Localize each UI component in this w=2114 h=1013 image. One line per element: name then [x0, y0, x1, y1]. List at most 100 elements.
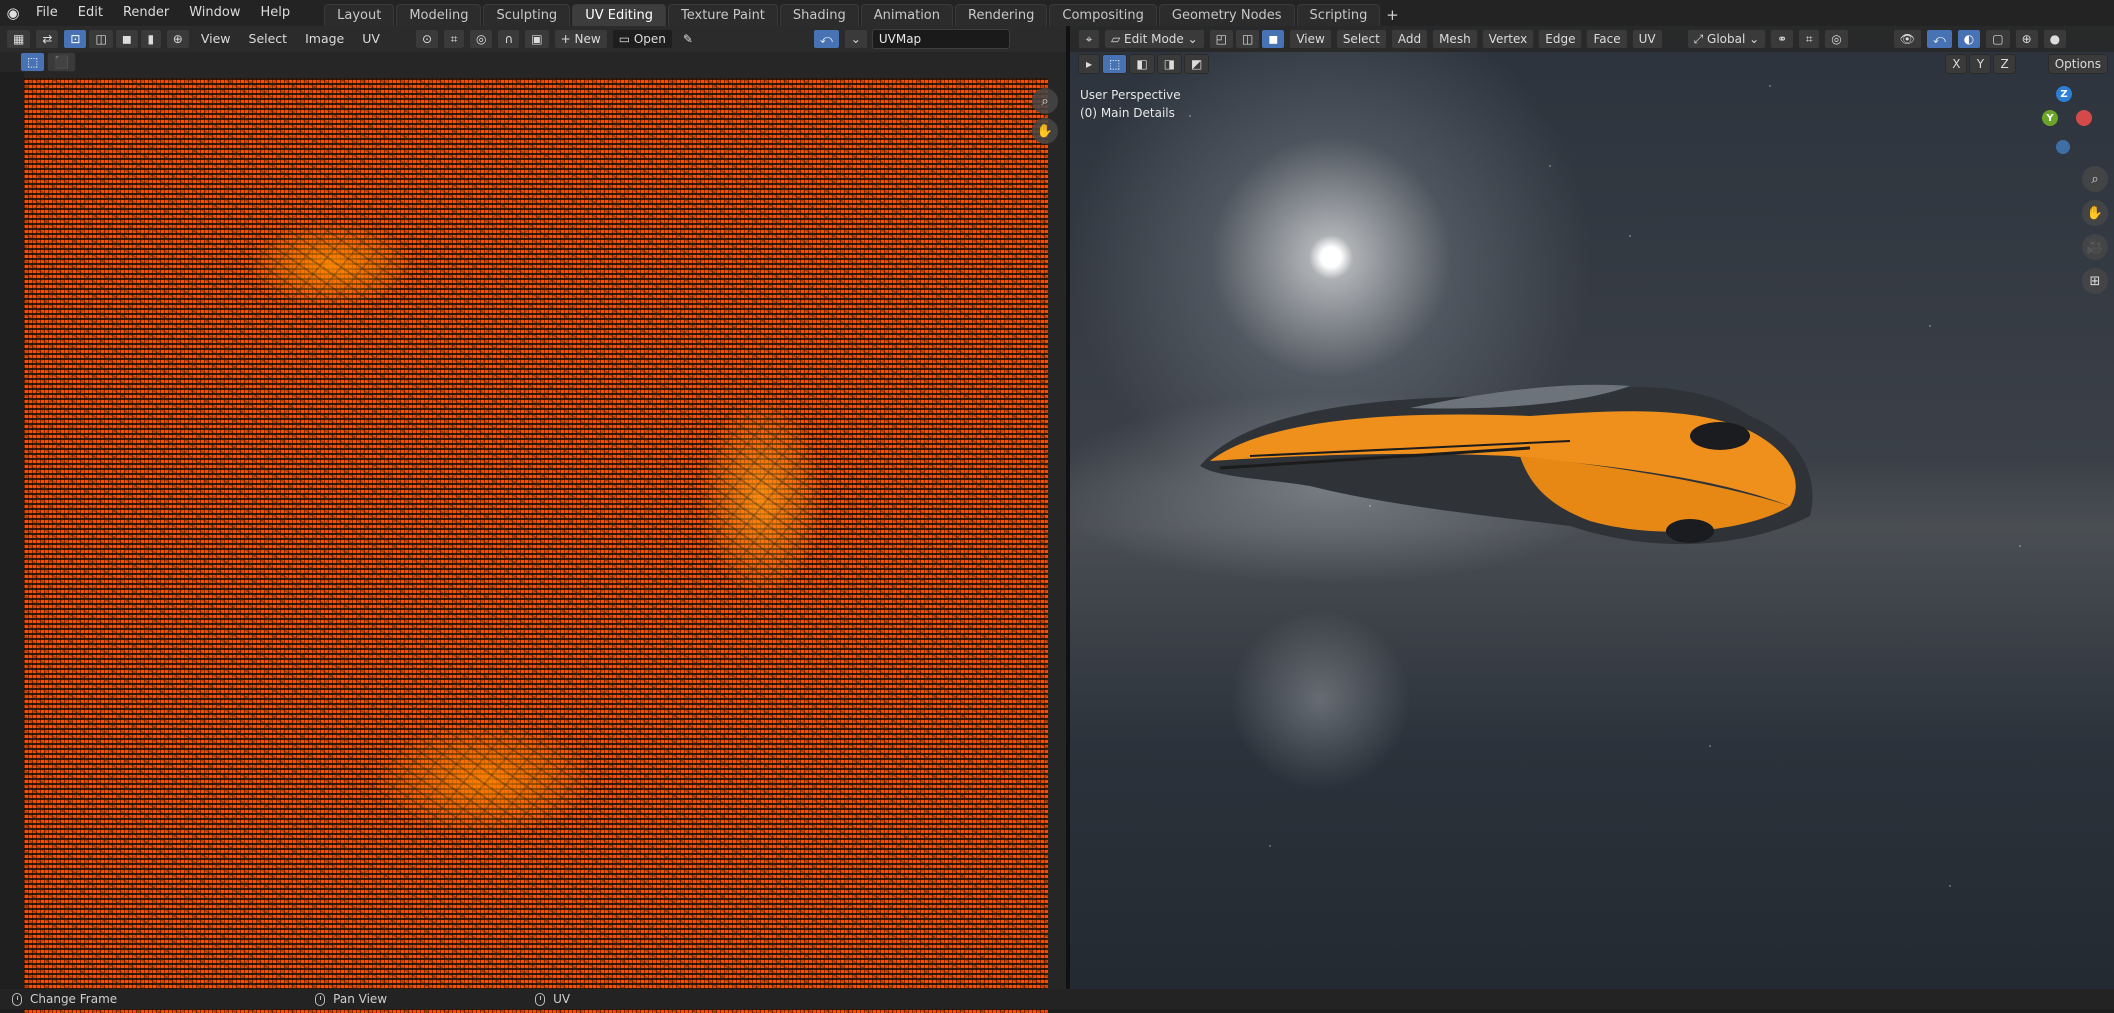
viewport-editor-type-icon[interactable]: ⌖ [1078, 29, 1100, 49]
falloff-icon[interactable]: ∩ [497, 29, 521, 49]
vp-menu-add[interactable]: Add [1390, 29, 1429, 49]
tab-geometry-nodes[interactable]: Geometry Nodes [1158, 4, 1295, 26]
mirror-y-button[interactable]: Y [1969, 54, 1992, 74]
face-select-icon[interactable]: ◼ [114, 29, 139, 49]
menu-render[interactable]: Render [113, 0, 179, 26]
xray-icon[interactable]: ▢ [1985, 29, 2011, 49]
status-label-uv: UV [553, 992, 571, 1006]
gizmo-y-axis[interactable]: Y [2042, 110, 2058, 126]
gizmo-z-axis[interactable]: Z [2056, 86, 2072, 102]
tab-shading[interactable]: Shading [779, 4, 859, 26]
uv-menu-select[interactable]: Select [242, 26, 295, 52]
tab-layout[interactable]: Layout [324, 4, 395, 26]
menu-help[interactable]: Help [251, 0, 301, 26]
vp-menu-vertex[interactable]: Vertex [1481, 29, 1535, 49]
zoom-icon[interactable]: ⌕ [2082, 166, 2108, 192]
vp-menu-select[interactable]: Select [1335, 29, 1387, 49]
uv-wireframe-overlay [24, 78, 1048, 1013]
gizmo-neg-z-axis[interactable] [2056, 140, 2070, 154]
perspective-label: User Perspective [1080, 88, 1181, 102]
shading-solid-icon[interactable]: ● [2042, 29, 2068, 49]
object-label: (0) Main Details [1080, 106, 1175, 120]
proportional-edit-icon[interactable]: ◎ [469, 29, 494, 49]
transform-orientation-dropdown[interactable]: ⤢ Global ⌄ [1686, 29, 1767, 49]
camera-icon[interactable]: 🎥 [2082, 234, 2108, 260]
uv-menu-uv[interactable]: UV [355, 26, 387, 52]
sync-selection-icon[interactable]: ⇄ [35, 29, 60, 49]
uv-select-extend-icon[interactable]: ⬛ [47, 52, 77, 72]
pivot-icon[interactable]: ⊙ [414, 29, 439, 49]
menu-file[interactable]: File [26, 0, 68, 26]
pivot-point-icon[interactable]: ⚭ [1770, 29, 1795, 49]
sticky-select-icon[interactable]: ⊕ [165, 29, 190, 49]
tab-animation[interactable]: Animation [860, 4, 953, 26]
options-button[interactable]: Options [2047, 54, 2108, 74]
status-bar: Change Frame Pan View UV [0, 989, 2114, 1009]
grid-icon[interactable]: ⊞ [2082, 268, 2108, 294]
editor-type-icon[interactable]: ▦ [6, 29, 32, 49]
viewport-info: User Perspective (0) Main Details [1080, 86, 1181, 122]
navigation-gizmo[interactable]: Z Y [2034, 86, 2094, 166]
mode-selector[interactable]: ▱ Edit Mode ⌄ [1104, 29, 1205, 49]
tab-texture-paint[interactable]: Texture Paint [668, 4, 778, 26]
overlay-icon[interactable]: ⤺ [812, 29, 840, 49]
tab-sculpting[interactable]: Sculpting [483, 4, 571, 26]
snapping-icon[interactable]: ⌗ [1798, 29, 1821, 49]
select-box-icon[interactable]: ⬚ [1102, 54, 1128, 74]
toolbar-toggle-icon[interactable]: ▸ [1078, 54, 1100, 74]
face-mode-icon[interactable]: ◼ [1261, 29, 1286, 49]
vp-menu-uv[interactable]: UV [1631, 29, 1663, 49]
mirror-options: X Y Z Options [1945, 54, 2108, 74]
uv-select-box-icon[interactable]: ⬚ [20, 52, 46, 72]
add-workspace-button[interactable]: + [1382, 4, 1402, 26]
gizmo-icon[interactable]: ⤺ [1925, 29, 1953, 49]
overlays-icon[interactable]: ◐ [1956, 29, 1982, 49]
vp-menu-face[interactable]: Face [1586, 29, 1628, 49]
uv-pan-icon[interactable]: ✋ [1032, 118, 1058, 144]
status-change-frame: Change Frame [0, 992, 117, 1006]
pan-icon[interactable]: ✋ [2082, 200, 2108, 226]
proportional-icon[interactable]: ◎ [1824, 29, 1849, 49]
gizmo-x-axis[interactable] [2076, 110, 2092, 126]
gizmo-toggle-icon[interactable]: ⌄ [843, 29, 868, 49]
select-extend-icon[interactable]: ◧ [1129, 54, 1155, 74]
menu-window[interactable]: Window [179, 0, 250, 26]
viewport-header: ⌖ ▱ Edit Mode ⌄ ◰ ◫ ◼ View Select Add Me… [1070, 26, 2114, 52]
select-subtract-icon[interactable]: ◨ [1156, 54, 1183, 74]
select-invert-icon[interactable]: ◩ [1184, 54, 1210, 74]
vp-menu-mesh[interactable]: Mesh [1432, 29, 1478, 49]
image-browse-icon[interactable]: ▣ [524, 29, 550, 49]
mirror-z-button[interactable]: Z [1993, 54, 2016, 74]
uv-zoom-icon[interactable]: ⌕ [1032, 88, 1058, 114]
tab-uv-editing[interactable]: UV Editing [572, 4, 667, 26]
status-pan-view: Pan View [303, 992, 387, 1006]
uv-menu-view[interactable]: View [194, 26, 238, 52]
edge-mode-icon[interactable]: ◫ [1235, 29, 1261, 49]
vp-menu-edge[interactable]: Edge [1538, 29, 1583, 49]
menu-edit[interactable]: Edit [68, 0, 113, 26]
tab-compositing[interactable]: Compositing [1049, 4, 1157, 26]
vertex-mode-icon[interactable]: ◰ [1208, 29, 1235, 49]
new-image-label: New [574, 32, 601, 46]
uv-menu-image[interactable]: Image [298, 26, 351, 52]
uvmap-field[interactable]: UVMap [871, 29, 1010, 49]
pin-icon[interactable]: ✎ [677, 29, 699, 49]
tab-scripting[interactable]: Scripting [1296, 4, 1381, 26]
blender-logo-icon[interactable]: ◉ [0, 0, 26, 26]
status-uv: UV [523, 992, 570, 1006]
tab-rendering[interactable]: Rendering [955, 4, 1048, 26]
visibility-icon[interactable]: 👁 [1892, 29, 1922, 49]
vp-menu-view[interactable]: View [1289, 29, 1332, 49]
open-image-button[interactable]: ▭ Open [611, 29, 673, 49]
edge-select-icon[interactable]: ◫ [88, 29, 114, 49]
mirror-x-button[interactable]: X [1945, 54, 1968, 74]
new-image-button[interactable]: + New [553, 29, 608, 49]
snap-icon[interactable]: ⌗ [443, 29, 465, 49]
status-label-change-frame: Change Frame [30, 992, 118, 1006]
orientation-label: Global [1707, 32, 1746, 46]
shading-wire-icon[interactable]: ⊕ [2014, 29, 2039, 49]
island-select-icon[interactable]: ▮ [139, 29, 162, 49]
tab-modeling[interactable]: Modeling [396, 4, 482, 26]
vertex-select-icon[interactable]: ⊡ [63, 29, 88, 49]
main-menu: File Edit Render Window Help [26, 0, 300, 26]
